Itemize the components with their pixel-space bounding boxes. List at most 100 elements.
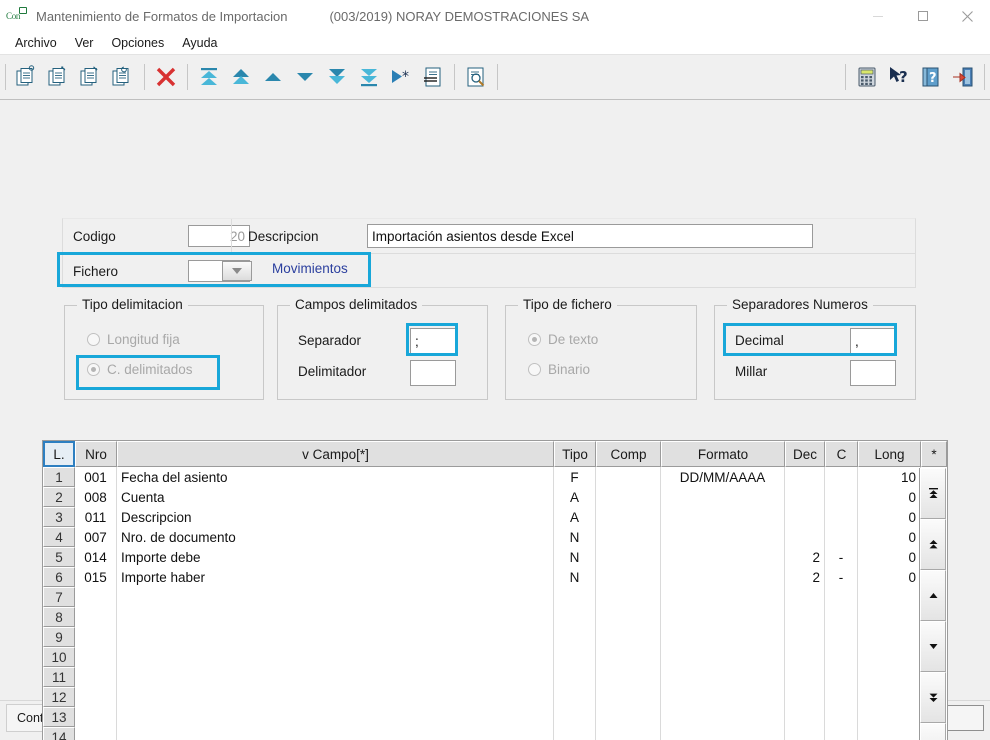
cell-c[interactable] (825, 467, 858, 487)
table-row[interactable]: 3 011 Descripcion A 0 (43, 507, 947, 527)
cell-c[interactable]: - (825, 567, 858, 587)
cell-tipo[interactable]: N (554, 547, 596, 567)
delete-record-icon[interactable] (150, 61, 182, 93)
cell-nro[interactable] (75, 627, 117, 647)
row-number[interactable]: 13 (43, 707, 75, 727)
cell-c[interactable]: - (825, 547, 858, 567)
cell-nro[interactable] (75, 727, 117, 740)
cell-comp[interactable] (596, 647, 661, 667)
cell-c[interactable] (825, 587, 858, 607)
cell-c[interactable] (825, 507, 858, 527)
close-icon[interactable] (945, 0, 990, 32)
row-number[interactable]: 2 (43, 487, 75, 507)
cell-formato[interactable]: DD/MM/AAAA (661, 467, 785, 487)
row-number[interactable]: 11 (43, 667, 75, 687)
grid-page-down-button[interactable] (920, 672, 946, 723)
cell-tipo[interactable] (554, 607, 596, 627)
cell-dec[interactable] (785, 707, 825, 727)
cell-comp[interactable] (596, 607, 661, 627)
cell-formato[interactable] (661, 687, 785, 707)
grid-header-l[interactable]: L. (43, 441, 75, 467)
cell-campo[interactable]: Fecha del asiento (117, 467, 554, 487)
cell-long[interactable] (858, 727, 921, 740)
cell-long[interactable] (858, 707, 921, 727)
next-record-icon[interactable] (289, 61, 321, 93)
prev-record-icon[interactable] (257, 61, 289, 93)
last-record-icon[interactable] (353, 61, 385, 93)
next-page-icon[interactable] (321, 61, 353, 93)
cell-dec[interactable] (785, 727, 825, 740)
cell-c[interactable] (825, 627, 858, 647)
cell-comp[interactable] (596, 687, 661, 707)
cell-c[interactable] (825, 707, 858, 727)
cell-nro[interactable]: 008 (75, 487, 117, 507)
cell-campo[interactable] (117, 627, 554, 647)
cell-formato[interactable] (661, 727, 785, 740)
row-number[interactable]: 1 (43, 467, 75, 487)
row-number[interactable]: 12 (43, 687, 75, 707)
row-number[interactable]: 10 (43, 647, 75, 667)
cell-long[interactable] (858, 667, 921, 687)
cell-comp[interactable] (596, 707, 661, 727)
help-book-icon[interactable]: ? (915, 61, 947, 93)
cell-comp[interactable] (596, 587, 661, 607)
cell-nro[interactable] (75, 707, 117, 727)
cell-dec[interactable]: 2 (785, 567, 825, 587)
cell-nro[interactable] (75, 587, 117, 607)
cell-dec[interactable] (785, 507, 825, 527)
row-number[interactable]: 7 (43, 587, 75, 607)
radio-c-delimitados[interactable]: C. delimitados (87, 362, 193, 377)
cell-dec[interactable]: 2 (785, 547, 825, 567)
preview-icon[interactable] (460, 61, 492, 93)
grid-header-asterisk[interactable]: * (921, 441, 947, 467)
descripcion-input[interactable]: Importación asientos desde Excel (367, 224, 813, 248)
cell-long[interactable]: 0 (858, 507, 921, 527)
grid-header-c[interactable]: C (825, 441, 858, 467)
cell-formato[interactable] (661, 607, 785, 627)
table-row[interactable]: 1 001 Fecha del asiento F DD/MM/AAAA 10 (43, 467, 947, 487)
cell-formato[interactable] (661, 647, 785, 667)
cell-campo[interactable] (117, 727, 554, 740)
cell-formato[interactable] (661, 627, 785, 647)
cell-nro[interactable]: 015 (75, 567, 117, 587)
grid-header-campo[interactable]: v Campo[*] (117, 441, 554, 467)
cell-tipo[interactable] (554, 727, 596, 740)
copy-record-icon[interactable] (75, 61, 107, 93)
maximize-icon[interactable] (900, 0, 945, 32)
cell-nro[interactable] (75, 647, 117, 667)
table-row[interactable]: 2 008 Cuenta A 0 (43, 487, 947, 507)
cell-comp[interactable] (596, 547, 661, 567)
delimitador-input[interactable] (410, 360, 456, 386)
table-row[interactable]: 4 007 Nro. de documento N 0 (43, 527, 947, 547)
cell-comp[interactable] (596, 627, 661, 647)
cell-long[interactable]: 0 (858, 487, 921, 507)
cell-formato[interactable] (661, 707, 785, 727)
cell-dec[interactable] (785, 647, 825, 667)
grid-header-comp[interactable]: Comp (596, 441, 661, 467)
cell-nro[interactable] (75, 667, 117, 687)
cell-formato[interactable] (661, 547, 785, 567)
cell-nro[interactable]: 001 (75, 467, 117, 487)
cell-long[interactable]: 10 (858, 467, 921, 487)
help-pointer-icon[interactable]: ? (883, 61, 915, 93)
cell-campo[interactable]: Descripcion (117, 507, 554, 527)
cell-campo[interactable] (117, 667, 554, 687)
decimal-input[interactable]: , (850, 328, 896, 354)
cell-campo[interactable]: Cuenta (117, 487, 554, 507)
cell-campo[interactable] (117, 707, 554, 727)
cell-dec[interactable] (785, 487, 825, 507)
cell-tipo[interactable]: N (554, 527, 596, 547)
cell-campo[interactable] (117, 607, 554, 627)
cell-formato[interactable] (661, 487, 785, 507)
cell-comp[interactable] (596, 507, 661, 527)
cell-tipo[interactable]: A (554, 487, 596, 507)
table-row[interactable]: 11 (43, 667, 947, 687)
row-number[interactable]: 9 (43, 627, 75, 647)
cell-nro[interactable]: 011 (75, 507, 117, 527)
table-row[interactable]: 8 (43, 607, 947, 627)
radio-binario[interactable]: Binario (528, 362, 590, 377)
cell-tipo[interactable] (554, 647, 596, 667)
cell-nro[interactable] (75, 687, 117, 707)
minimize-icon[interactable] (855, 0, 900, 32)
cell-c[interactable] (825, 727, 858, 740)
